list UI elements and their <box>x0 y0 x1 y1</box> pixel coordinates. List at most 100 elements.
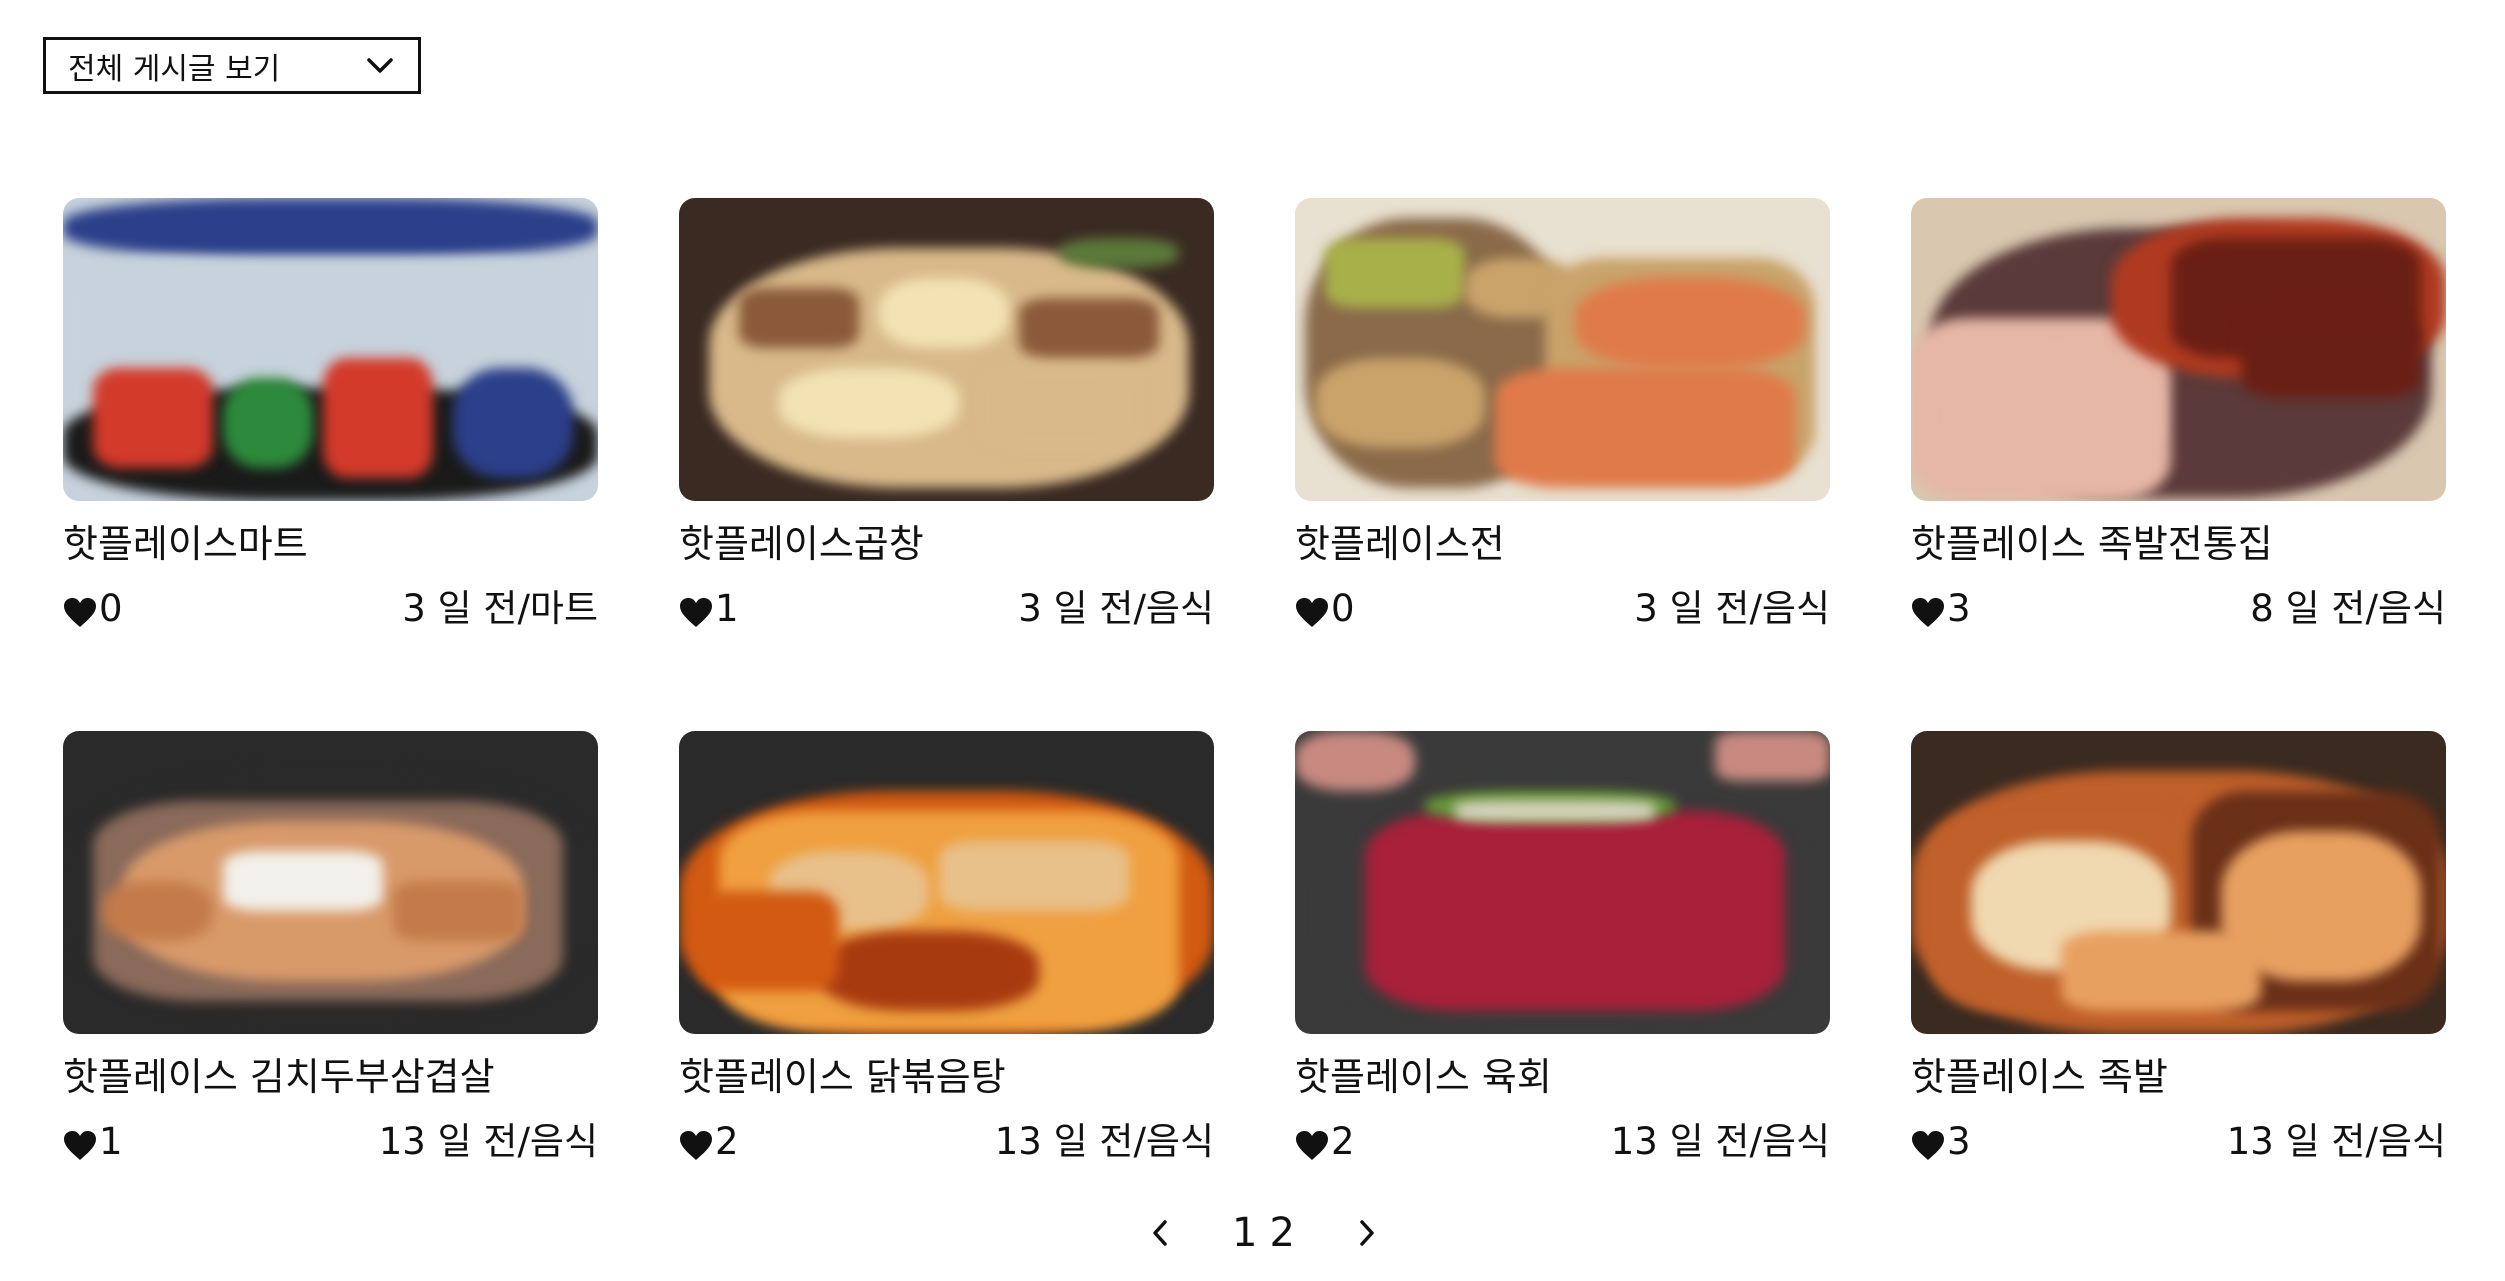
post-filter-label: 전체 게시글 보기 <box>68 51 281 87</box>
heart-icon <box>1295 1126 1329 1160</box>
post-meta: 3 8 일 전/음식 <box>1911 585 2446 633</box>
post-thumbnail[interactable] <box>679 731 1214 1034</box>
post-card[interactable]: 핫플레이스 육회 2 13 일 전/음식 <box>1295 731 1830 1171</box>
photo-shape <box>819 931 1039 1011</box>
like-count: 0 <box>1295 585 1355 633</box>
post-date-category: 13 일 전/음식 <box>994 1120 1214 1163</box>
post-title[interactable]: 핫플레이스 육회 <box>1295 1052 1830 1102</box>
heart-icon <box>63 593 97 627</box>
post-date-category: 3 일 전/음식 <box>1634 587 1830 630</box>
like-count-value: 3 <box>1947 1120 1971 1163</box>
photo-shape <box>323 358 433 478</box>
heart-icon <box>679 1126 713 1160</box>
photo-shape <box>779 368 959 438</box>
post-meta: 2 13 일 전/음식 <box>1295 1118 1830 1166</box>
heart-icon <box>679 593 713 627</box>
post-date-category: 3 일 전/음식 <box>1018 587 1214 630</box>
like-count-value: 1 <box>99 1120 123 1163</box>
post-card[interactable]: 핫플레이스 족발전통집 3 8 일 전/음식 <box>1911 198 2446 638</box>
post-date-category: 8 일 전/음식 <box>2250 587 2446 630</box>
post-meta: 1 13 일 전/음식 <box>63 1118 598 1166</box>
like-count-value: 3 <box>1947 587 1971 630</box>
photo-shape <box>1365 811 1785 1011</box>
post-thumbnail[interactable] <box>63 198 598 501</box>
like-count-value: 2 <box>715 1120 739 1163</box>
post-thumbnail[interactable] <box>679 198 1214 501</box>
like-count: 1 <box>63 1118 123 1166</box>
post-thumbnail[interactable] <box>1911 198 2446 501</box>
heart-icon <box>1911 1126 1945 1160</box>
photo-shape <box>103 881 213 941</box>
post-thumbnail[interactable] <box>1295 198 1830 501</box>
post-filter-dropdown[interactable]: 전체 게시글 보기 <box>43 37 421 94</box>
post-card[interactable]: 핫플레이스 김치두부삼겹살 1 13 일 전/음식 <box>63 731 598 1171</box>
post-title[interactable]: 핫플레이스 족발 <box>1911 1052 2446 1102</box>
page-number-2[interactable]: 2 <box>1263 1210 1300 1256</box>
heart-icon <box>63 1126 97 1160</box>
post-meta: 0 3 일 전/마트 <box>63 585 598 633</box>
heart-icon <box>1911 593 1945 627</box>
photo-shape <box>1295 731 1415 791</box>
page-number-1[interactable]: 1 <box>1226 1210 1263 1256</box>
post-meta: 2 13 일 전/음식 <box>679 1118 1214 1166</box>
photo-shape <box>1495 368 1795 488</box>
like-count: 3 <box>1911 1118 1971 1166</box>
post-meta: 1 3 일 전/음식 <box>679 585 1214 633</box>
photo-shape <box>453 368 573 478</box>
post-thumbnail[interactable] <box>1911 731 2446 1034</box>
photo-shape <box>699 891 839 991</box>
post-date-category: 13 일 전/음식 <box>378 1120 598 1163</box>
chevron-right-icon[interactable] <box>1347 1208 1387 1258</box>
photo-shape <box>1315 358 1485 448</box>
post-date-category: 13 일 전/음식 <box>2226 1120 2446 1163</box>
post-thumbnail[interactable] <box>63 731 598 1034</box>
photo-shape <box>1951 348 2161 478</box>
photo-shape <box>223 851 383 911</box>
photo-shape <box>979 368 1139 448</box>
post-thumbnail[interactable] <box>1295 731 1830 1034</box>
photo-shape <box>2061 931 2261 1011</box>
photo-shape <box>1575 278 1805 368</box>
like-count: 0 <box>63 585 123 633</box>
post-title[interactable]: 핫플레이스전 <box>1295 519 1830 569</box>
like-count: 2 <box>679 1118 739 1166</box>
photo-shape <box>223 378 313 468</box>
like-count-value: 0 <box>1331 587 1355 630</box>
photo-shape <box>1455 801 1655 821</box>
post-card[interactable]: 핫플레이스 닭볶음탕 2 13 일 전/음식 <box>679 731 1214 1171</box>
photo-shape <box>1059 238 1179 268</box>
post-card[interactable]: 핫플레이스 족발 3 13 일 전/음식 <box>1911 731 2446 1171</box>
chevron-left-icon[interactable] <box>1140 1208 1180 1258</box>
photo-shape <box>93 368 213 468</box>
photo-shape <box>1019 298 1159 358</box>
post-card[interactable]: 핫플레이스전 0 3 일 전/음식 <box>1295 198 1830 638</box>
heart-icon <box>1295 593 1329 627</box>
chevron-down-icon <box>364 50 396 82</box>
photo-shape <box>63 198 598 258</box>
photo-shape <box>1325 238 1465 308</box>
post-title[interactable]: 핫플레이스 족발전통집 <box>1911 519 2446 569</box>
post-card[interactable]: 핫플레이스곱창 1 3 일 전/음식 <box>679 198 1214 638</box>
post-grid: 핫플레이스마트 0 3 일 전/마트 핫플레이스곱창 1 3 일 전/음식 핫플레이스전 0 3… <box>63 198 2446 1171</box>
pagination: 1 2 <box>1140 1205 1387 1261</box>
photo-shape <box>739 288 859 348</box>
like-count-value: 2 <box>1331 1120 1355 1163</box>
photo-shape <box>1715 731 1830 781</box>
post-title[interactable]: 핫플레이스곱창 <box>679 519 1214 569</box>
photo-shape <box>393 881 523 941</box>
post-title[interactable]: 핫플레이스마트 <box>63 519 598 569</box>
photo-shape <box>879 278 1009 348</box>
like-count: 1 <box>679 585 739 633</box>
photo-shape <box>939 841 1129 911</box>
post-date-category: 3 일 전/마트 <box>402 587 598 630</box>
post-title[interactable]: 핫플레이스 닭볶음탕 <box>679 1052 1214 1102</box>
like-count-value: 0 <box>99 587 123 630</box>
photo-shape <box>2241 318 2421 398</box>
post-date-category: 13 일 전/음식 <box>1610 1120 1830 1163</box>
post-card[interactable]: 핫플레이스마트 0 3 일 전/마트 <box>63 198 598 638</box>
post-meta: 0 3 일 전/음식 <box>1295 585 1830 633</box>
post-meta: 3 13 일 전/음식 <box>1911 1118 2446 1166</box>
like-count: 2 <box>1295 1118 1355 1166</box>
like-count: 3 <box>1911 585 1971 633</box>
post-title[interactable]: 핫플레이스 김치두부삼겹살 <box>63 1052 598 1102</box>
